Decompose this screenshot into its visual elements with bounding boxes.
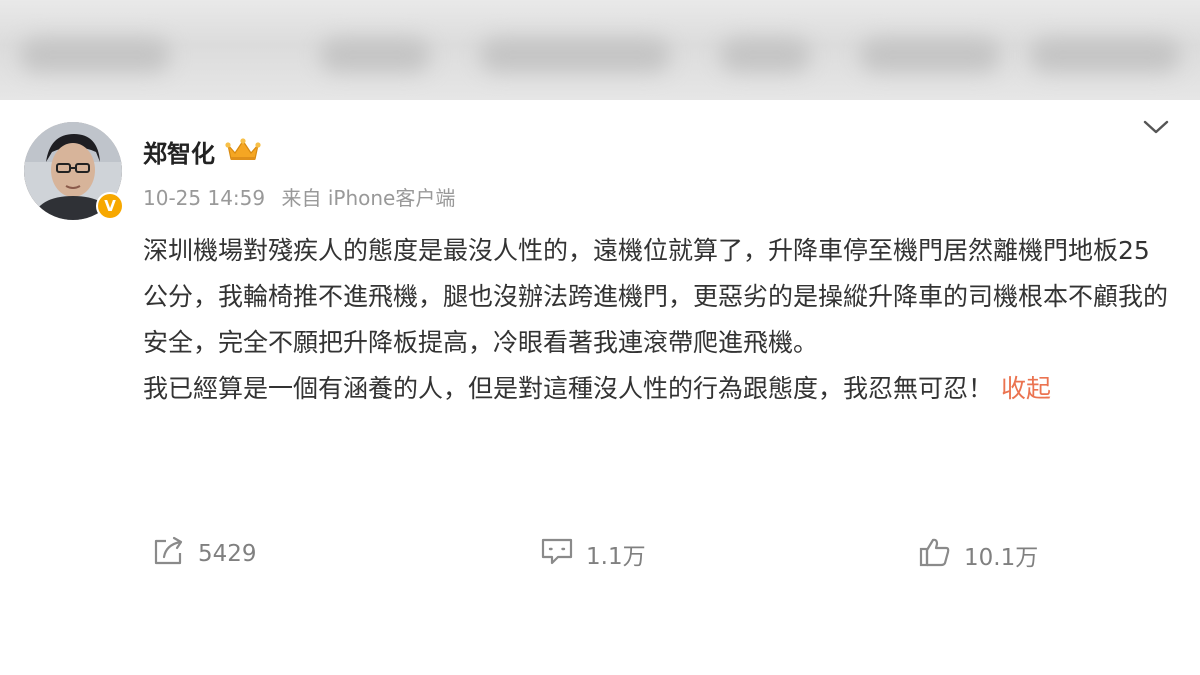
- repost-button[interactable]: 5429: [152, 536, 257, 572]
- blurred-shape: [720, 38, 810, 72]
- chevron-down-icon[interactable]: [1142, 118, 1170, 140]
- thumbs-up-icon: [918, 536, 952, 574]
- repost-count: 5429: [198, 541, 257, 567]
- author-name[interactable]: 郑智化: [143, 134, 215, 169]
- like-button[interactable]: 10.1万: [918, 536, 1038, 574]
- post-paragraph-text: 我已經算是一個有涵養的人，但是對這種沒人性的行為跟態度，我忍無可忍！: [143, 374, 994, 403]
- weibo-post-card: V 郑智化 10-25 14:59 来自 iPhone客户端 深圳機場對殘疾人的…: [0, 100, 1200, 675]
- collapse-link[interactable]: 收起: [1001, 374, 1051, 403]
- comment-count: 1.1万: [586, 544, 646, 570]
- comment-button[interactable]: 1.1万: [540, 536, 646, 572]
- blurred-shape: [480, 38, 670, 72]
- like-count: 10.1万: [964, 545, 1039, 571]
- blurred-header-band: [0, 0, 1200, 100]
- blurred-shape: [320, 38, 430, 72]
- post-source: 来自 iPhone客户端: [281, 186, 456, 210]
- post-paragraph: 深圳機場對殘疾人的態度是最沒人性的，遠機位就算了，升降車停至機門居然離機門地板2…: [143, 236, 1169, 357]
- post-content: 深圳機場對殘疾人的態度是最沒人性的，遠機位就算了，升降車停至機門居然離機門地板2…: [143, 228, 1173, 412]
- post-paragraph-2: 我已經算是一個有涵養的人，但是對這種沒人性的行為跟態度，我忍無可忍！ 收起: [143, 366, 1173, 412]
- verified-badge-icon: V: [96, 192, 124, 220]
- crown-icon[interactable]: [225, 137, 261, 167]
- blurred-shape: [20, 38, 170, 72]
- post-timestamp[interactable]: 10-25 14:59: [143, 186, 265, 210]
- blurred-shape: [1030, 38, 1180, 72]
- blurred-shape: [860, 38, 1000, 72]
- repost-icon: [152, 536, 186, 572]
- comment-icon: [540, 536, 574, 572]
- action-bar: 5429 1.1万 10.1万: [0, 536, 1200, 576]
